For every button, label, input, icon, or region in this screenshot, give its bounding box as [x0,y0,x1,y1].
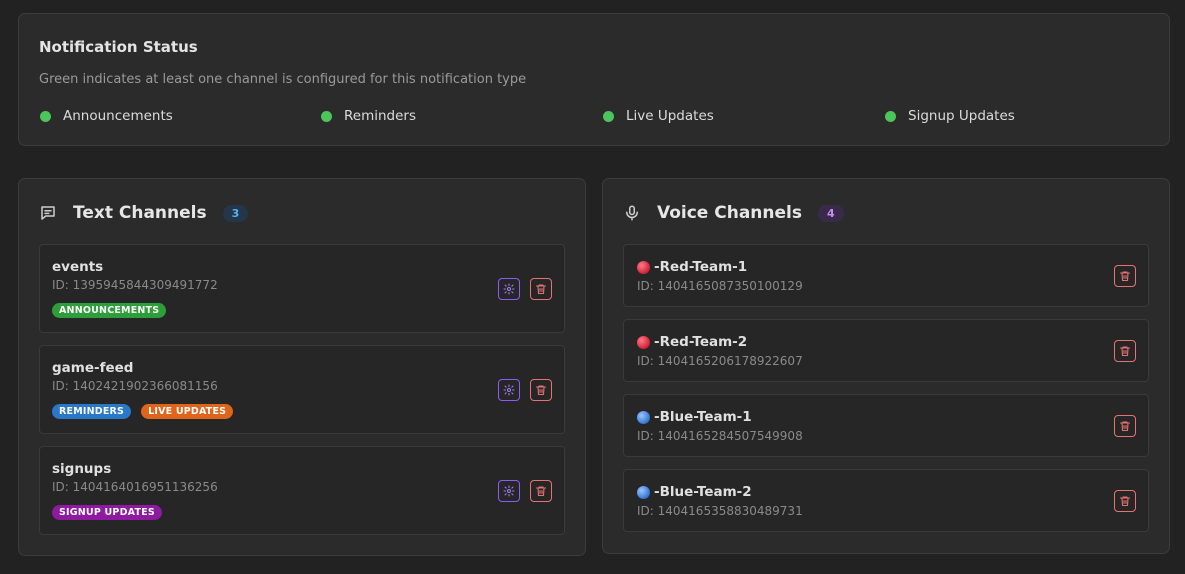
voice-channels-header: Voice Channels 4 [623,203,844,223]
channel-name: game-feed [52,360,134,376]
microphone-icon [623,204,641,222]
trash-icon [1119,496,1131,507]
voice-channel-title: -Blue-Team-1 [637,409,752,425]
gear-icon [503,384,515,396]
delete-button[interactable] [530,278,552,300]
text-channels-header: Text Channels 3 [39,203,249,223]
channel-name: -Red-Team-1 [654,259,748,275]
blue-circle-icon [637,485,650,499]
voice-channel-title: -Red-Team-2 [637,334,747,350]
voice-channel-card: -Blue-Team-1 ID: 1404165284507549908 [623,394,1149,457]
status-item-label: Live Updates [626,108,714,124]
trash-icon [535,284,547,295]
count-badge: 4 [818,204,844,222]
blue-circle-icon [637,410,650,424]
gear-icon [503,485,515,497]
settings-button[interactable] [498,480,520,502]
tag-live-updates: LIVE UPDATES [141,404,234,419]
delete-button[interactable] [530,480,552,502]
text-channel-card: game-feed ID: 1402421902366081156 REMIND… [39,345,565,434]
status-item-announcements: Announcements [40,108,173,124]
trash-icon [535,486,547,497]
tag-reminders: REMINDERS [52,404,132,419]
channel-id: ID: 1404165087350100129 [637,279,803,293]
message-square-icon [39,204,57,222]
status-title: Notification Status [39,38,198,56]
notification-tags: ANNOUNCEMENTS [52,303,167,318]
voice-channel-card: -Red-Team-1 ID: 1404165087350100129 [623,244,1149,307]
delete-button[interactable] [1114,340,1136,362]
settings-button[interactable] [498,278,520,300]
channel-id: ID: 1404165206178922607 [637,354,803,368]
delete-button[interactable] [1114,265,1136,287]
status-item-reminders: Reminders [321,108,416,124]
channel-id: ID: 1404165358830489731 [637,504,803,518]
status-indicator-dot [40,110,51,122]
status-indicator-dot [885,110,896,122]
channel-name: -Blue-Team-1 [654,409,752,425]
channel-name: events [52,259,104,275]
notification-tags: REMINDERS LIVE UPDATES [52,404,234,419]
count-badge: 3 [222,204,249,222]
tag-signup-updates: SIGNUP UPDATES [52,505,162,520]
text-channels-panel: Text Channels 3 events ID: 1395945844309… [18,178,586,556]
voice-channel-title: -Red-Team-1 [637,259,747,275]
status-item-label: Announcements [63,108,173,124]
tag-announcements: ANNOUNCEMENTS [52,303,167,318]
gear-icon [503,283,515,295]
voice-channel-card: -Red-Team-2 ID: 1404165206178922607 [623,319,1149,382]
status-item-label: Reminders [344,108,416,124]
voice-channel-title: -Blue-Team-2 [637,484,752,500]
channel-id: ID: 1404164016951136256 [52,480,218,494]
channel-name: -Red-Team-2 [654,334,748,350]
text-channel-card: signups ID: 1404164016951136256 SIGNUP U… [39,446,565,535]
panel-title: Voice Channels [657,203,802,223]
voice-channels-panel: Voice Channels 4 -Red-Team-1 ID: 1404165… [602,178,1170,554]
red-circle-icon [637,260,650,274]
settings-button[interactable] [498,379,520,401]
status-description: Green indicates at least one channel is … [39,72,527,87]
channel-id: ID: 1402421902366081156 [52,379,218,393]
notification-tags: SIGNUP UPDATES [52,505,162,520]
delete-button[interactable] [1114,415,1136,437]
status-item-signup-updates: Signup Updates [885,108,1015,124]
red-circle-icon [637,335,650,349]
notification-status-card: Notification Status Green indicates at l… [18,13,1170,146]
delete-button[interactable] [530,379,552,401]
voice-channel-card: -Blue-Team-2 ID: 1404165358830489731 [623,469,1149,532]
status-indicator-dot [321,110,332,122]
status-item-label: Signup Updates [908,108,1015,124]
channel-id: ID: 1395945844309491772 [52,278,218,292]
channel-name: signups [52,461,112,477]
channel-id: ID: 1404165284507549908 [637,429,803,443]
trash-icon [535,385,547,396]
trash-icon [1119,271,1131,282]
status-indicator-dot [603,110,614,122]
status-item-live-updates: Live Updates [603,108,714,124]
trash-icon [1119,346,1131,357]
trash-icon [1119,421,1131,432]
text-channel-card: events ID: 1395945844309491772 ANNOUNCEM… [39,244,565,333]
panel-title: Text Channels [73,203,207,223]
delete-button[interactable] [1114,490,1136,512]
channel-name: -Blue-Team-2 [654,484,752,500]
